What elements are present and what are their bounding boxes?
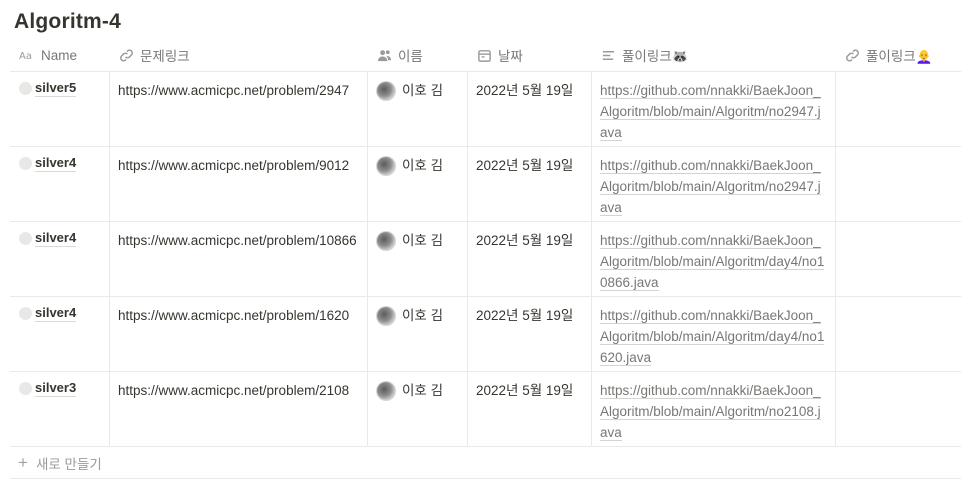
table-row[interactable]: silver3 https://www.acmicpc.net/problem/… xyxy=(10,372,961,447)
column-header-person[interactable]: 이름 xyxy=(367,38,467,72)
person-icon xyxy=(376,47,392,63)
date-cell[interactable]: 2022년 5월 19일 xyxy=(467,147,591,222)
new-row-label: 새로 만들기 xyxy=(35,456,102,472)
solution-link-cell[interactable]: https://github.com/nnakki/BaekJoon_Algor… xyxy=(591,372,835,447)
problem-link-cell[interactable]: https://www.acmicpc.net/problem/2108 xyxy=(109,372,367,447)
solution-link-cell[interactable]: https://github.com/nnakki/BaekJoon_Algor… xyxy=(591,72,835,147)
person-name: 이호 김 xyxy=(402,233,444,248)
solution-link-2-cell[interactable] xyxy=(835,72,961,147)
page-icon xyxy=(19,307,32,320)
calendar-icon xyxy=(476,47,492,63)
name-cell[interactable]: silver4 xyxy=(10,297,109,372)
avatar xyxy=(376,230,396,251)
solution-link[interactable]: https://github.com/nnakki/BaekJoon_Algor… xyxy=(600,83,821,141)
problem-link-cell[interactable]: https://www.acmicpc.net/problem/1620 xyxy=(109,297,367,372)
solution-link-cell[interactable]: https://github.com/nnakki/BaekJoon_Algor… xyxy=(591,147,835,222)
row-title[interactable]: silver4 xyxy=(35,230,77,247)
person-cell[interactable]: 이호 김 xyxy=(367,72,467,147)
person-cell[interactable]: 이호 김 xyxy=(367,147,467,222)
date-cell[interactable]: 2022년 5월 19일 xyxy=(467,372,591,447)
avatar xyxy=(376,80,396,101)
solution-link-cell[interactable]: https://github.com/nnakki/BaekJoon_Algor… xyxy=(591,297,835,372)
solution-link[interactable]: https://github.com/nnakki/BaekJoon_Algor… xyxy=(600,308,825,366)
column-header-label: Name xyxy=(41,47,78,63)
column-header-solution-link-2[interactable]: 풀이링크👩‍🦲 xyxy=(835,38,961,72)
row-title[interactable]: silver3 xyxy=(35,380,77,397)
database-table: Aa Name 문제링크 이름 날짜 풀이링크🦝 xyxy=(10,38,961,479)
column-header-label: 풀이링크👩‍🦲 xyxy=(866,49,933,64)
page-icon xyxy=(19,232,32,245)
solution-link[interactable]: https://github.com/nnakki/BaekJoon_Algor… xyxy=(600,233,825,291)
person-name: 이호 김 xyxy=(402,383,444,398)
column-header-label: 이름 xyxy=(398,49,423,64)
column-header-label: 문제링크 xyxy=(140,49,190,64)
plus-icon: + xyxy=(18,453,28,472)
column-header-name[interactable]: Aa Name xyxy=(10,38,109,72)
column-header-label: 날짜 xyxy=(498,49,523,64)
svg-text:Aa: Aa xyxy=(19,51,32,61)
solution-link-2-cell[interactable] xyxy=(835,297,961,372)
person-name: 이호 김 xyxy=(402,83,444,98)
page-icon xyxy=(19,82,32,95)
page-icon xyxy=(19,157,32,170)
column-header-solution-link[interactable]: 풀이링크🦝 xyxy=(591,38,835,72)
avatar xyxy=(376,380,396,401)
solution-link-2-cell[interactable] xyxy=(835,372,961,447)
row-title[interactable]: silver4 xyxy=(35,155,77,172)
date-cell[interactable]: 2022년 5월 19일 xyxy=(467,72,591,147)
person-cell[interactable]: 이호 김 xyxy=(367,297,467,372)
title-aa-icon: Aa xyxy=(19,47,35,63)
table-row[interactable]: silver5 https://www.acmicpc.net/problem/… xyxy=(10,72,961,147)
name-cell[interactable]: silver5 xyxy=(10,72,109,147)
problem-link-cell[interactable]: https://www.acmicpc.net/problem/9012 xyxy=(109,147,367,222)
column-header-problem-link[interactable]: 문제링크 xyxy=(109,38,367,72)
solution-link[interactable]: https://github.com/nnakki/BaekJoon_Algor… xyxy=(600,158,821,216)
person-cell[interactable]: 이호 김 xyxy=(367,222,467,297)
page-icon xyxy=(19,382,32,395)
avatar xyxy=(376,305,396,326)
column-header-date[interactable]: 날짜 xyxy=(467,38,591,72)
row-title[interactable]: silver5 xyxy=(35,80,77,97)
table-row[interactable]: silver4 https://www.acmicpc.net/problem/… xyxy=(10,222,961,297)
solution-link-2-cell[interactable] xyxy=(835,222,961,297)
column-header-label: 풀이링크🦝 xyxy=(622,49,689,64)
name-cell[interactable]: silver3 xyxy=(10,372,109,447)
solution-link-cell[interactable]: https://github.com/nnakki/BaekJoon_Algor… xyxy=(591,222,835,297)
link-icon xyxy=(118,47,134,63)
table-row[interactable]: silver4 https://www.acmicpc.net/problem/… xyxy=(10,297,961,372)
solution-link-2-cell[interactable] xyxy=(835,147,961,222)
person-name: 이호 김 xyxy=(402,158,444,173)
row-title[interactable]: silver4 xyxy=(35,305,77,322)
person-cell[interactable]: 이호 김 xyxy=(367,372,467,447)
name-cell[interactable]: silver4 xyxy=(10,147,109,222)
date-cell[interactable]: 2022년 5월 19일 xyxy=(467,222,591,297)
table-header: Aa Name 문제링크 이름 날짜 풀이링크🦝 xyxy=(10,38,961,72)
link-icon xyxy=(844,47,860,63)
database-title[interactable]: Algoritm-4 xyxy=(14,10,121,34)
solution-link[interactable]: https://github.com/nnakki/BaekJoon_Algor… xyxy=(600,383,821,441)
problem-link-cell[interactable]: https://www.acmicpc.net/problem/2947 xyxy=(109,72,367,147)
new-row-button[interactable]: + 새로 만들기 xyxy=(10,447,961,479)
name-cell[interactable]: silver4 xyxy=(10,222,109,297)
person-name: 이호 김 xyxy=(402,308,444,323)
table-row[interactable]: silver4 https://www.acmicpc.net/problem/… xyxy=(10,147,961,222)
avatar xyxy=(376,155,396,176)
text-icon xyxy=(600,47,616,63)
date-cell[interactable]: 2022년 5월 19일 xyxy=(467,297,591,372)
problem-link-cell[interactable]: https://www.acmicpc.net/problem/10866 xyxy=(109,222,367,297)
